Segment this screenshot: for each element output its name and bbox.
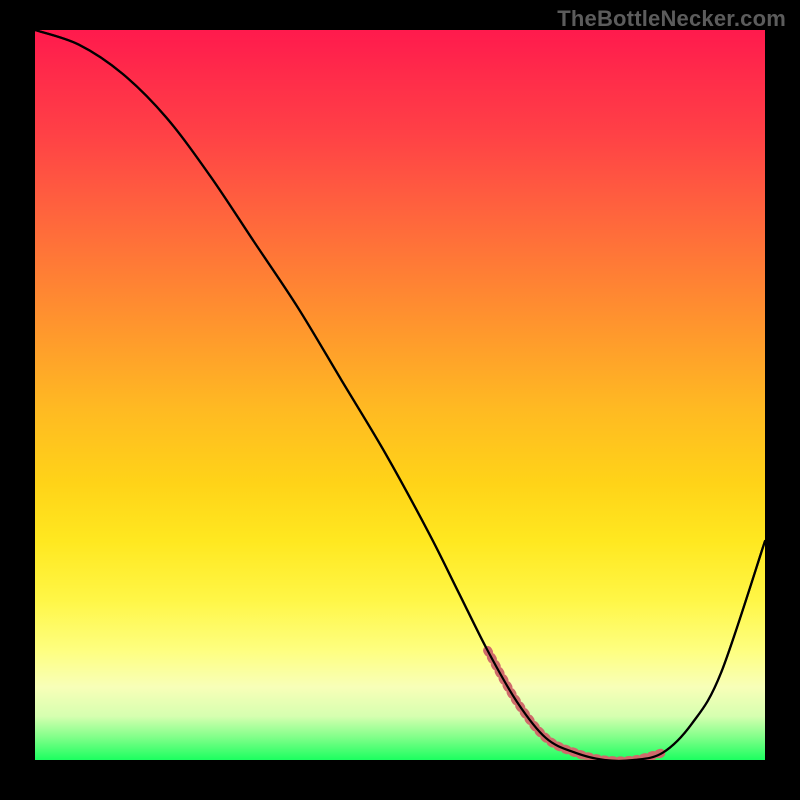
watermark-text: TheBottleNecker.com <box>557 6 786 32</box>
bottleneck-curve-path <box>35 30 765 760</box>
plot-area <box>35 30 765 760</box>
chart-frame: TheBottleNecker.com <box>0 0 800 800</box>
highlight-segment <box>488 651 663 761</box>
curve-svg <box>35 30 765 760</box>
bottleneck-curve-path-over <box>35 30 765 760</box>
